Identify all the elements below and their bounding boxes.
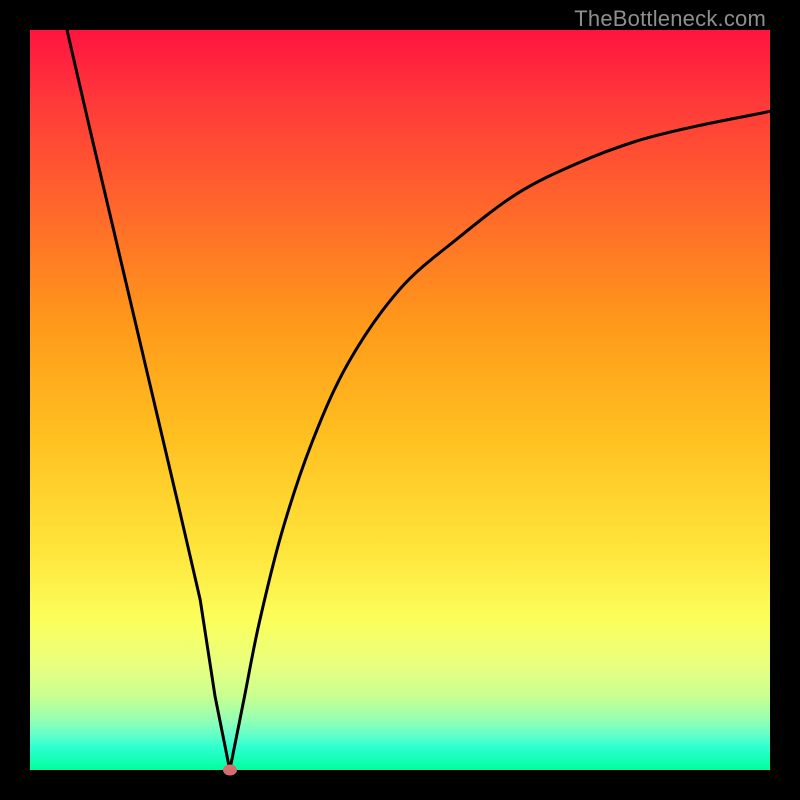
plot-area: [30, 30, 770, 770]
chart-frame: TheBottleneck.com: [0, 0, 800, 800]
curve-right-branch: [230, 111, 770, 770]
minimum-marker: [223, 765, 237, 776]
watermark-text: TheBottleneck.com: [574, 6, 766, 32]
curve-svg: [30, 30, 770, 770]
curve-left-branch: [67, 30, 230, 770]
